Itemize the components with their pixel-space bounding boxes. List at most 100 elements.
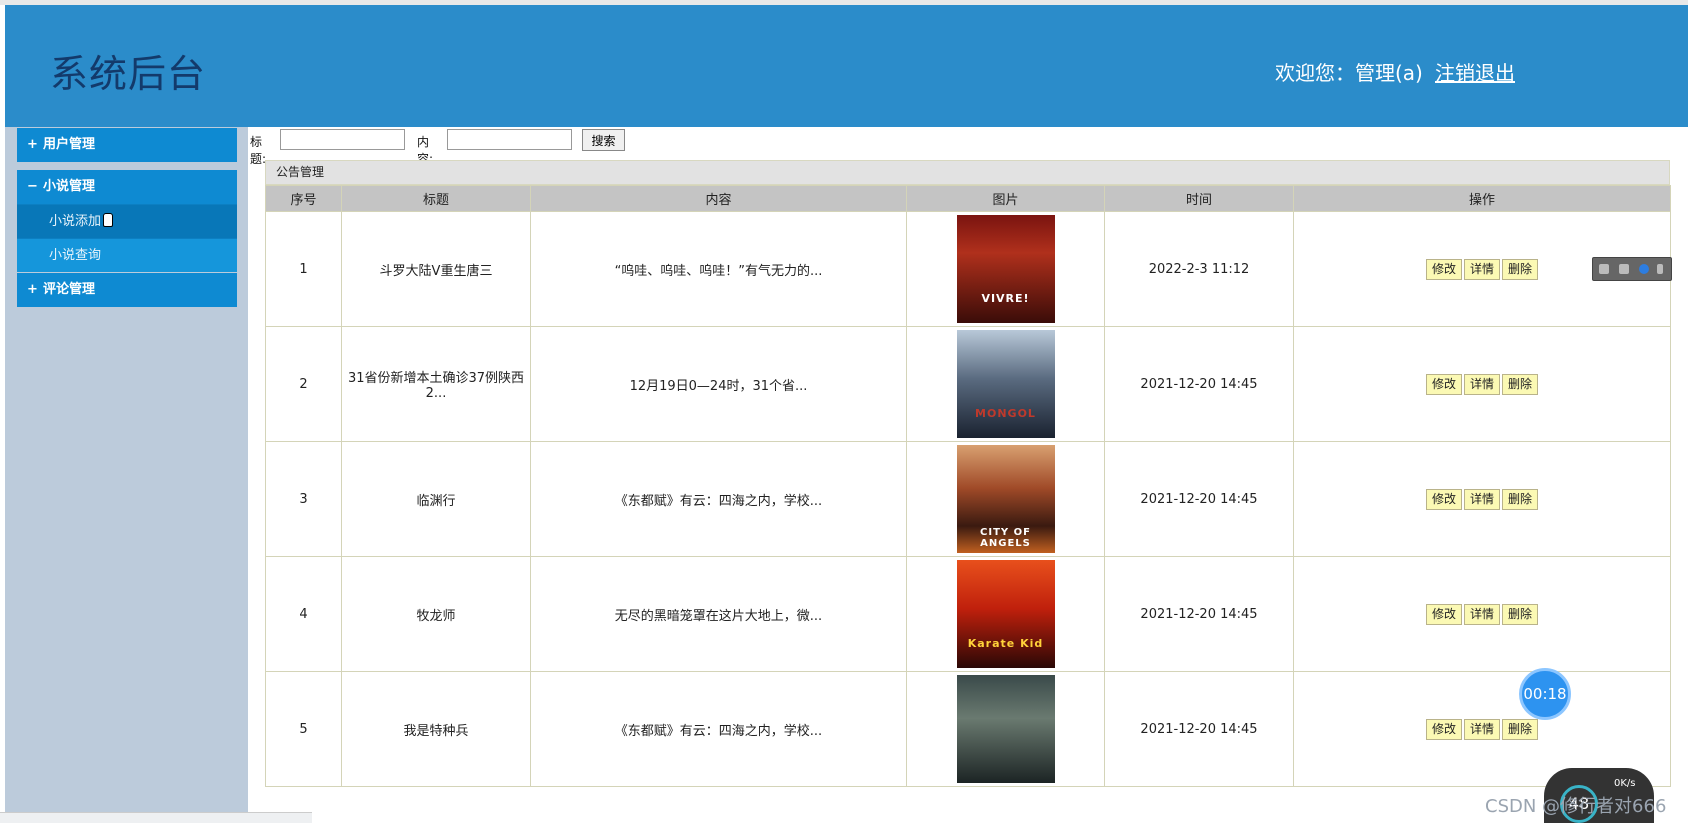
cell-time: 2021-12-20 14:45 — [1104, 326, 1294, 442]
search-button[interactable]: 搜索 — [582, 129, 625, 151]
cell-time: 2021-12-20 14:45 — [1104, 556, 1294, 672]
nav-group-novel: − 小说管理 小说添加 小说查询 — [17, 170, 237, 272]
hand-cursor-icon — [103, 213, 114, 227]
edit-button[interactable]: 修改 — [1425, 603, 1462, 625]
table-row: 4 牧龙师 无尽的黑暗笼罩在这片大地上，微... Karate Kid 2021… — [265, 556, 1671, 672]
poster-caption: VIVRE! — [981, 292, 1030, 305]
title-search-input[interactable] — [280, 129, 405, 150]
cell-actions: 修改 详情 删除 — [1293, 326, 1671, 442]
nav-head-user-management[interactable]: + 用户管理 — [17, 128, 237, 162]
sidebar-item-label: 小说添加 — [49, 214, 102, 229]
logout-link[interactable]: 注销退出 — [1435, 57, 1515, 86]
cell-content: “呜哇、呜哇、呜哇！”有气无力的... — [530, 211, 907, 327]
delete-button[interactable]: 删除 — [1502, 603, 1539, 625]
nav-head-label: 用户管理 — [43, 137, 96, 152]
chevron-down-icon[interactable] — [1657, 264, 1663, 274]
table-header-row: 序号 标题 内容 图片 时间 操作 — [265, 185, 1671, 212]
cell-content: 12月19日0—24时，31个省... — [530, 326, 907, 442]
expand-icon: + — [27, 282, 38, 297]
expand-icon: + — [27, 137, 38, 152]
watermark: CSDN @修行者对666 — [1485, 796, 1667, 817]
cell-image: CITY OF ANGELS — [906, 441, 1105, 557]
cell-no: 3 — [265, 441, 342, 557]
cell-title: 我是特种兵 — [341, 671, 531, 787]
welcome-text: 欢迎您：管理(a) — [1275, 61, 1423, 85]
collapse-icon: − — [27, 179, 38, 194]
nav-group-user: + 用户管理 — [17, 128, 237, 162]
edit-button[interactable]: 修改 — [1425, 718, 1462, 740]
poster-image: Karate Kid — [956, 560, 1055, 668]
nav-head-comment-management[interactable]: + 评论管理 — [17, 273, 237, 307]
table-row: 2 31省份新增本土确诊37例陕西2... 12月19日0—24时，31个省..… — [265, 326, 1671, 442]
grip-icon — [1599, 264, 1609, 274]
detail-button[interactable]: 详情 — [1463, 258, 1500, 280]
detail-button[interactable]: 详情 — [1463, 603, 1500, 625]
delete-button[interactable]: 删除 — [1502, 258, 1539, 280]
nav-group-comment: + 评论管理 — [17, 273, 237, 307]
cell-time: 2021-12-20 14:45 — [1104, 671, 1294, 787]
help-icon[interactable] — [1639, 264, 1649, 274]
nav-head-novel-management[interactable]: − 小说管理 — [17, 170, 237, 204]
poster-caption: MONGOL — [975, 407, 1036, 420]
site-title: 系统后台 — [50, 52, 207, 96]
detail-button[interactable]: 详情 — [1463, 373, 1500, 395]
notice-table: 序号 标题 内容 图片 时间 操作 1 斗罗大陆V重生唐三 “呜哇、呜哇、呜哇！… — [265, 185, 1671, 787]
cell-image: VIVRE! — [906, 211, 1105, 327]
browser-status-bar — [0, 812, 312, 823]
title-search-label: 标题: — [250, 135, 267, 166]
poster-caption: CITY OF ANGELS — [980, 527, 1031, 549]
cell-content: 《东都赋》有云：四海之内，学校... — [530, 441, 907, 557]
edit-button[interactable]: 修改 — [1425, 258, 1462, 280]
delete-button[interactable]: 删除 — [1502, 373, 1539, 395]
sidebar: + 用户管理 − 小说管理 小说添加 小说查询 + 评论管理 — [5, 127, 248, 823]
cell-no: 1 — [265, 211, 342, 327]
column-header-content: 内容 — [530, 185, 907, 212]
poster-image: MONGOL — [956, 330, 1055, 438]
column-header-image: 图片 — [906, 185, 1105, 212]
detail-button[interactable]: 详情 — [1463, 488, 1500, 510]
cell-no: 4 — [265, 556, 342, 672]
cell-no: 5 — [265, 671, 342, 787]
poster-image: CITY OF ANGELS — [956, 445, 1055, 553]
cell-time: 2021-12-20 14:45 — [1104, 441, 1294, 557]
table-row: 1 斗罗大陆V重生唐三 “呜哇、呜哇、呜哇！”有气无力的... VIVRE! 2… — [265, 211, 1671, 327]
cell-title: 斗罗大陆V重生唐三 — [341, 211, 531, 327]
app-header: 系统后台 欢迎您：管理(a) 注销退出 — [5, 5, 1688, 127]
delete-button[interactable]: 删除 — [1502, 488, 1539, 510]
cell-time: 2022-2-3 11:12 — [1104, 211, 1294, 327]
content-search-input[interactable] — [447, 129, 572, 150]
sidebar-item-novel-add[interactable]: 小说添加 — [17, 204, 237, 238]
cell-content: 无尽的黑暗笼罩在这片大地上，微... — [530, 556, 907, 672]
edit-button[interactable]: 修改 — [1425, 488, 1462, 510]
cell-image: MONGOL — [906, 326, 1105, 442]
column-header-title: 标题 — [341, 185, 531, 212]
cell-title: 牧龙师 — [341, 556, 531, 672]
delete-button[interactable]: 删除 — [1502, 718, 1539, 740]
cell-title: 31省份新增本土确诊37例陕西2... — [341, 326, 531, 442]
poster-image: VIVRE! — [956, 215, 1055, 323]
cell-actions: 修改 详情 删除 — [1293, 556, 1671, 672]
sidebar-item-novel-query[interactable]: 小说查询 — [17, 238, 237, 272]
poster-image — [956, 675, 1055, 783]
floating-toolbar[interactable] — [1592, 257, 1672, 281]
column-header-time: 时间 — [1104, 185, 1294, 212]
speed-rate: 0K/s — [1614, 778, 1636, 789]
cell-image — [906, 671, 1105, 787]
column-header-no: 序号 — [265, 185, 342, 212]
recording-timer[interactable]: 00:18 — [1519, 668, 1571, 720]
edit-button[interactable]: 修改 — [1425, 373, 1462, 395]
cell-image: Karate Kid — [906, 556, 1105, 672]
nav-head-label: 评论管理 — [43, 282, 96, 297]
cell-actions: 修改 详情 删除 — [1293, 441, 1671, 557]
cell-no: 2 — [265, 326, 342, 442]
cell-content: 《东都赋》有云：四海之内，学校... — [530, 671, 907, 787]
nav-head-label: 小说管理 — [43, 179, 96, 194]
column-header-actions: 操作 — [1293, 185, 1671, 212]
minimize-icon[interactable] — [1619, 264, 1629, 274]
table-row: 5 我是特种兵 《东都赋》有云：四海之内，学校... 2021-12-20 14… — [265, 671, 1671, 787]
table-row: 3 临渊行 《东都赋》有云：四海之内，学校... CITY OF ANGELS … — [265, 441, 1671, 557]
poster-caption: Karate Kid — [967, 637, 1044, 650]
cell-title: 临渊行 — [341, 441, 531, 557]
detail-button[interactable]: 详情 — [1463, 718, 1500, 740]
panel-title: 公告管理 — [265, 160, 1670, 185]
